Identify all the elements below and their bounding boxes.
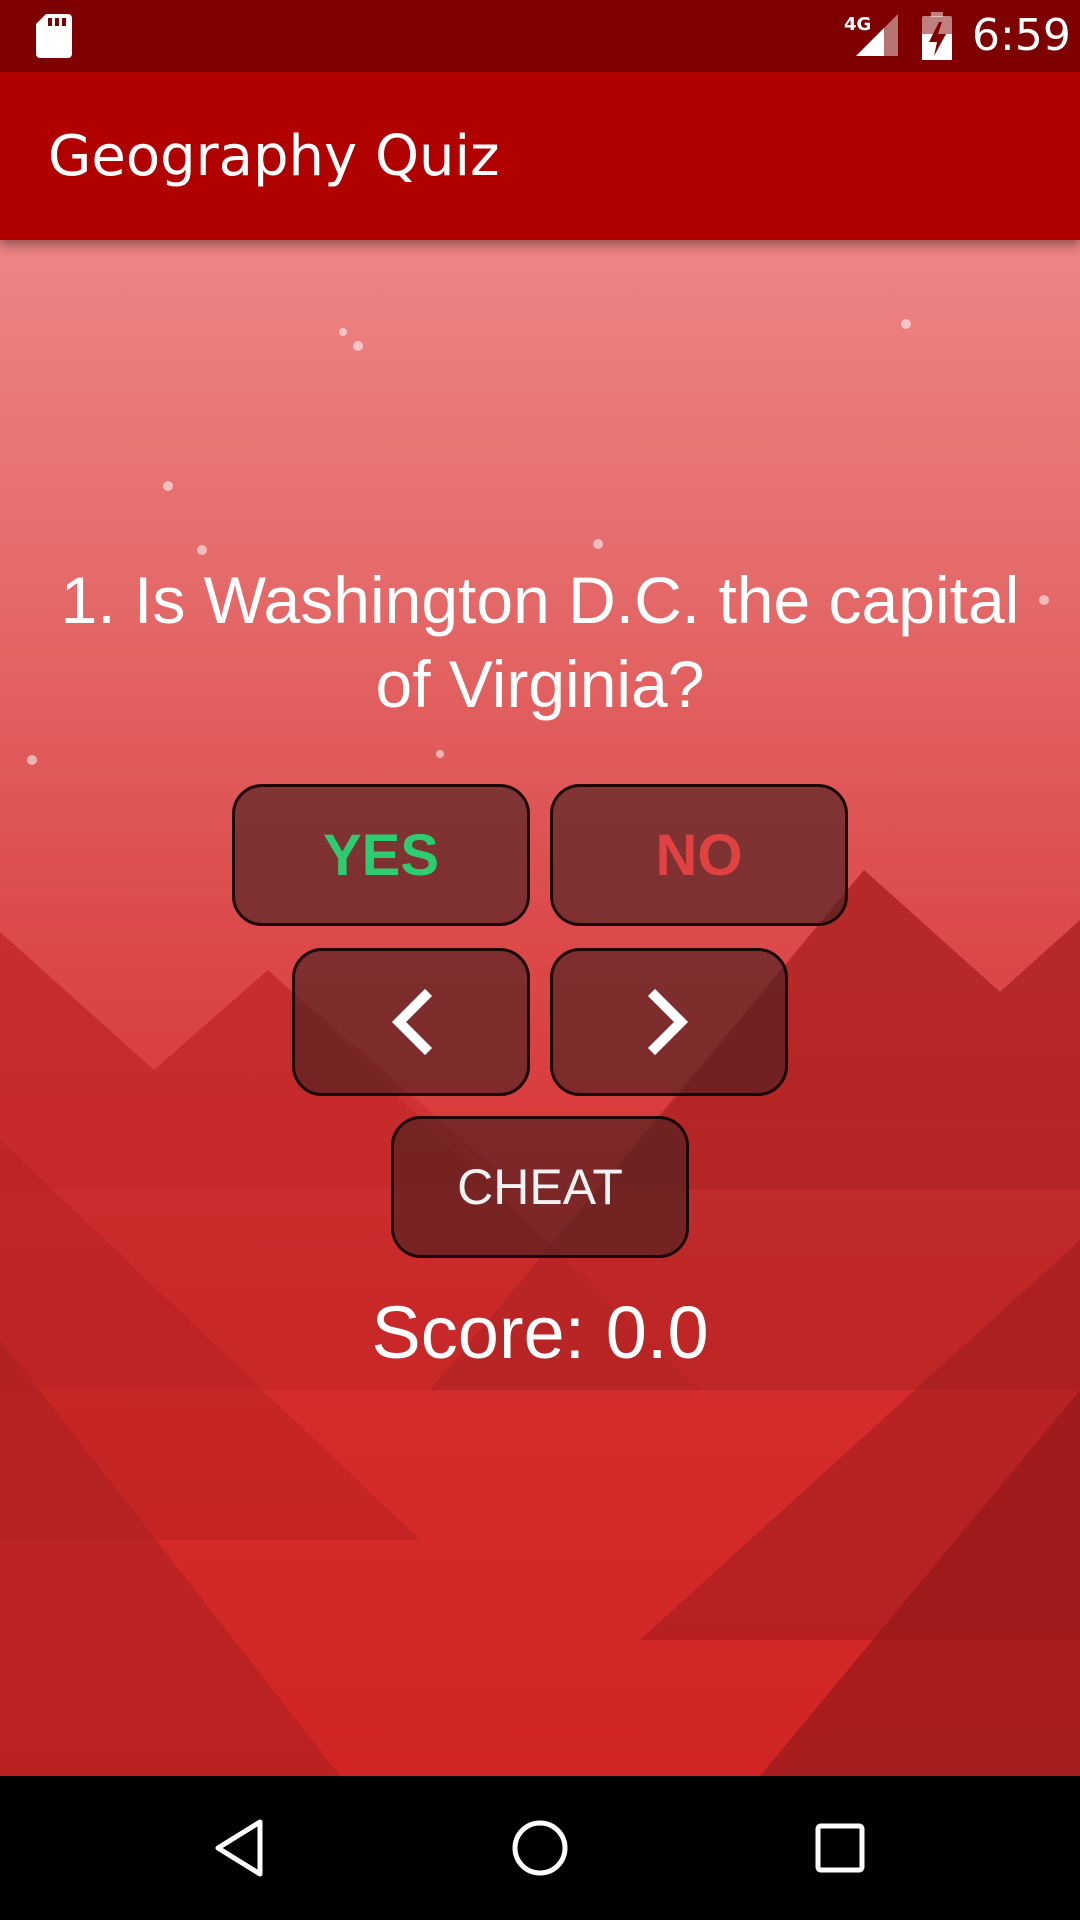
app-title: Geography Quiz xyxy=(48,124,500,189)
network-type-label: 4G xyxy=(844,14,871,35)
previous-button[interactable] xyxy=(292,948,530,1096)
chevron-right-icon xyxy=(647,988,689,1056)
status-clock: 6:59 xyxy=(972,10,1071,61)
score-text: Score: 0.0 xyxy=(371,1291,709,1374)
mountain-background xyxy=(0,319,1080,1776)
cheat-button[interactable]: CHEAT xyxy=(391,1116,689,1258)
quiz-screen: 1. Is Washington D.C. the capital of Vir… xyxy=(0,240,1080,1776)
sd-card-icon xyxy=(36,14,72,58)
next-button[interactable] xyxy=(550,948,788,1096)
recents-icon[interactable] xyxy=(804,1812,876,1884)
battery-charging-icon xyxy=(922,12,952,60)
yes-button[interactable]: YES xyxy=(232,784,530,926)
no-button[interactable]: NO xyxy=(550,784,848,926)
home-icon[interactable] xyxy=(504,1812,576,1884)
status-bar: 4G 6:59 xyxy=(0,0,1080,72)
back-icon[interactable] xyxy=(204,1812,276,1884)
chevron-left-icon xyxy=(391,988,433,1056)
question-text: 1. Is Washington D.C. the capital of Vir… xyxy=(60,563,1020,721)
cell-signal-icon: 4G xyxy=(844,14,898,56)
navigation-bar xyxy=(0,1776,1080,1920)
app-bar: Geography Quiz xyxy=(0,72,1080,240)
